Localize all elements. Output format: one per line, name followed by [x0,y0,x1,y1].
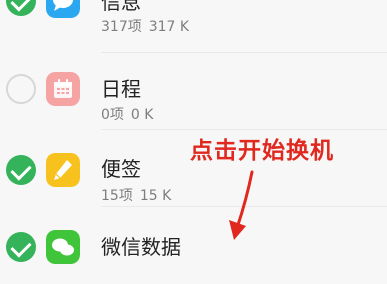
wechat-icon [46,230,80,264]
item-title: 便签 [101,157,141,181]
tap-to-start-annotation: 点击开始换机 [190,137,334,164]
checkbox-checked-icon[interactable] [6,155,36,185]
item-title: 微信数据 [101,235,181,259]
item-count-size: 0项 0 K [101,104,153,124]
item-size: 0 K [130,107,154,123]
item-title: 日程 [101,77,141,101]
item-title: 信息 [101,0,141,14]
list-item-wechat[interactable]: 微信数据 [0,207,387,284]
list-item-calendar[interactable]: 日程 0项 0 K [0,53,387,130]
checkbox-checked-icon[interactable] [6,0,36,16]
item-count-size: 15项 15 K [101,185,171,205]
notes-icon [46,153,80,187]
item-size: 15 K [139,188,172,204]
item-count: 15项 [101,188,133,204]
checkbox-unchecked-icon[interactable] [6,74,36,104]
item-count: 317项 [101,19,142,35]
item-size: 317 K [148,19,190,35]
list-item-messages[interactable]: 信息 317项 317 K [0,0,387,53]
arrow-down-icon [229,170,254,240]
checkbox-checked-icon[interactable] [6,232,36,262]
item-count-size: 317项 317 K [101,16,189,36]
item-count: 0项 [101,107,124,123]
calendar-icon [46,72,80,106]
message-icon [46,0,80,18]
